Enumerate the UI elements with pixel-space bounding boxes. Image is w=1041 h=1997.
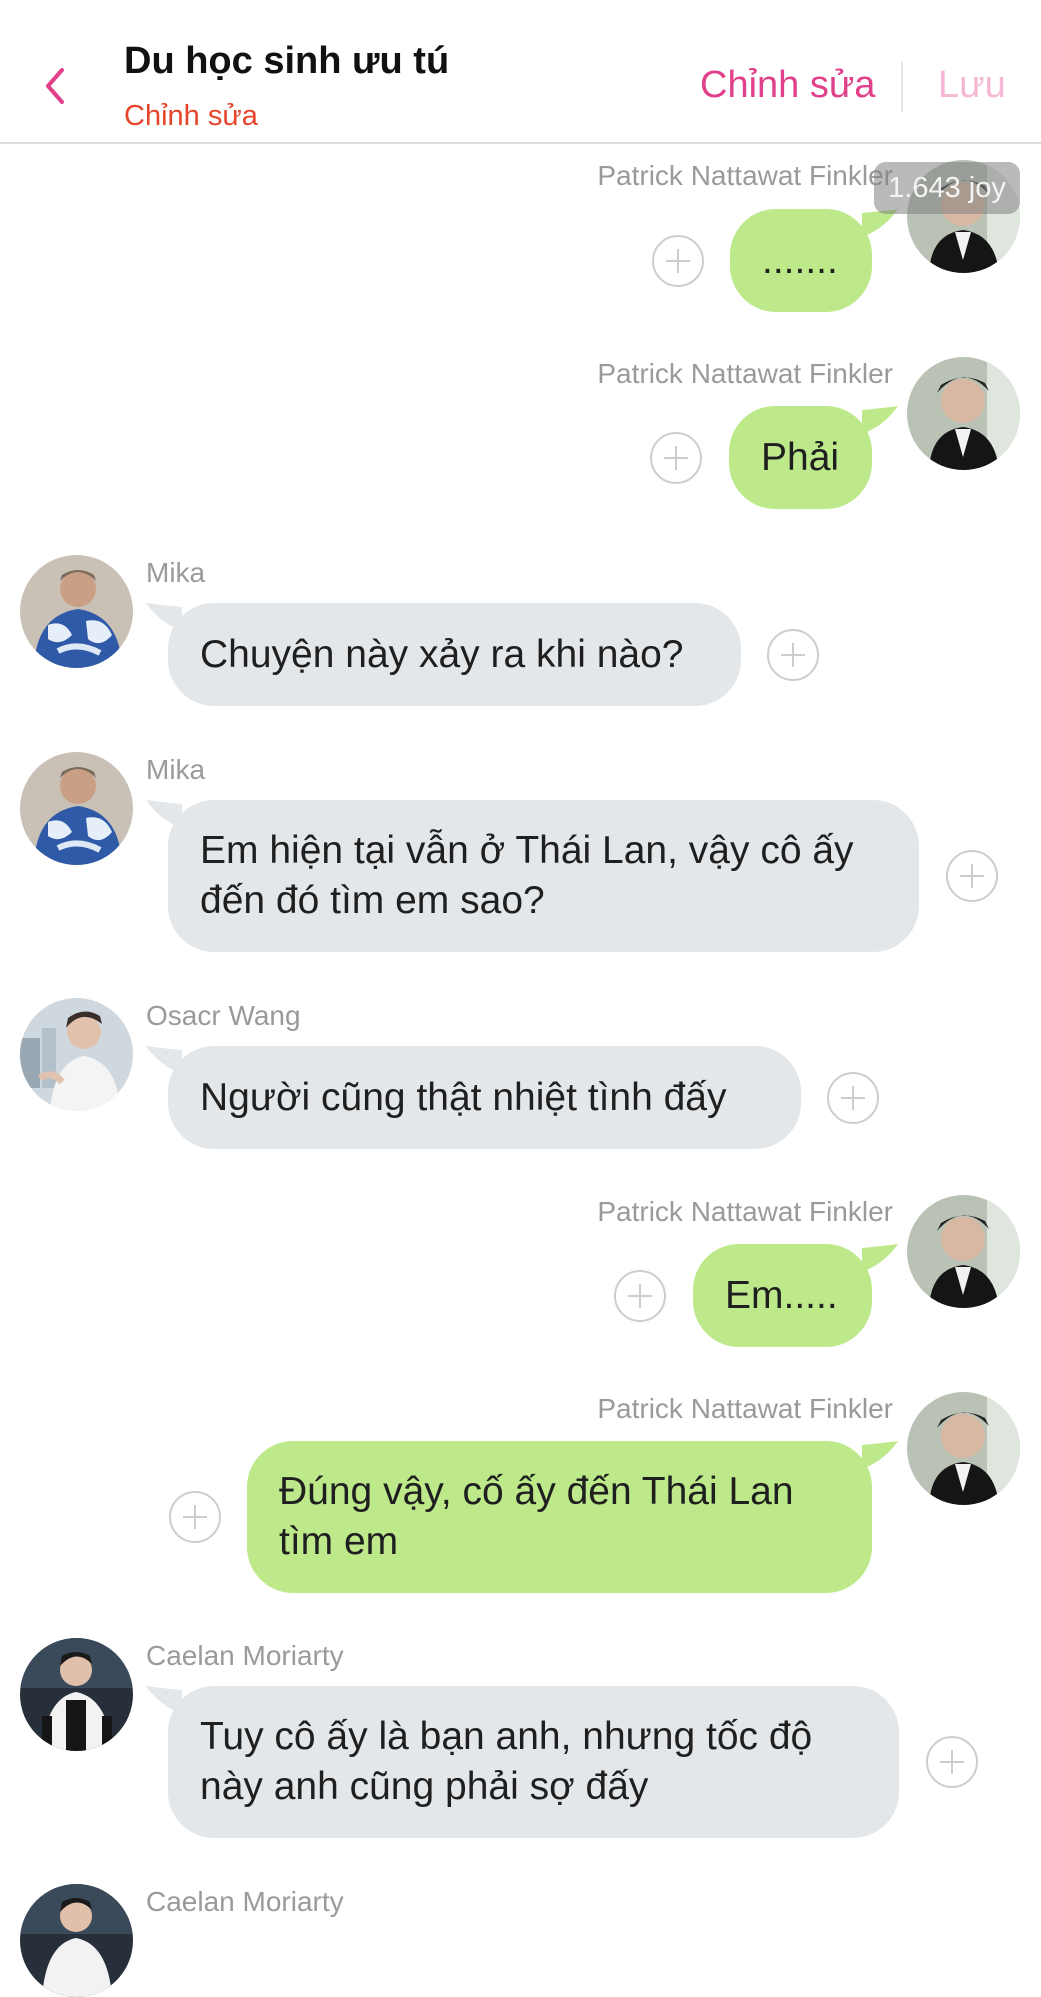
add-reaction-icon[interactable] [614,1270,666,1322]
bubble-tail [146,1686,182,1714]
avatar[interactable] [907,1195,1020,1308]
sender-name: Caelan Moriarty [146,1640,344,1671]
joy-counter-badge[interactable]: 1.643 joy [874,162,1020,214]
bubble-tail [862,1441,898,1469]
sender-name: Patrick Nattawat Finkler [597,1393,893,1424]
avatar[interactable] [907,357,1020,470]
avatar[interactable] [907,1392,1020,1505]
add-reaction-icon[interactable] [650,432,702,484]
bubble-tail [146,800,182,828]
bubble-tail [146,1046,182,1074]
sender-name: Mika [146,557,206,588]
add-reaction-icon[interactable] [827,1072,879,1124]
avatar[interactable] [20,998,133,1111]
sender-name: Patrick Nattawat Finkler [597,1196,893,1227]
add-reaction-icon[interactable] [946,850,998,902]
avatar[interactable] [20,1884,133,1997]
add-reaction-icon[interactable] [926,1736,978,1788]
message-bubble[interactable]: Tuy cô ấy là bạn anh, nhưng tốc độ này a… [168,1686,899,1838]
add-reaction-icon[interactable] [652,235,704,287]
header-divider [901,62,903,112]
sender-name: Osacr Wang [146,1000,301,1031]
bubble-tail [862,1244,898,1272]
avatar[interactable] [20,752,133,865]
bubble-tail [862,406,898,434]
message-bubble[interactable]: Đúng vậy, cố ấy đến Thái Lan tìm em [247,1441,872,1593]
chat-title: Du học sinh ưu tú [124,40,450,82]
add-reaction-icon[interactable] [767,629,819,681]
sender-name: Caelan Moriarty [146,1886,344,1917]
edit-button[interactable]: Chỉnh sửa [700,64,875,107]
message-bubble[interactable]: Em hiện tại vẫn ở Thái Lan, vậy cô ấy đế… [168,800,919,952]
bubble-tail [146,603,182,631]
add-reaction-icon[interactable] [169,1491,221,1543]
chat-header: Du học sinh ưu tú Chỉnh sửa Chỉnh sửa Lư… [0,0,1041,144]
message-bubble[interactable]: Phải [729,406,872,509]
sender-name: Patrick Nattawat Finkler [597,160,893,191]
save-button[interactable]: Lưu [938,64,1006,107]
sender-name: Patrick Nattawat Finkler [597,358,893,389]
message-bubble[interactable]: Em..... [693,1244,872,1347]
back-chevron-icon[interactable] [36,60,76,112]
message-bubble[interactable]: Chuyện này xảy ra khi nào? [168,603,741,706]
message-bubble[interactable]: Người cũng thật nhiệt tình đấy [168,1046,801,1149]
chat-subtitle: Chỉnh sửa [124,100,258,132]
sender-name: Mika [146,754,206,785]
message-bubble[interactable]: ....... [730,209,872,312]
avatar[interactable] [20,1638,133,1751]
avatar[interactable] [20,555,133,668]
